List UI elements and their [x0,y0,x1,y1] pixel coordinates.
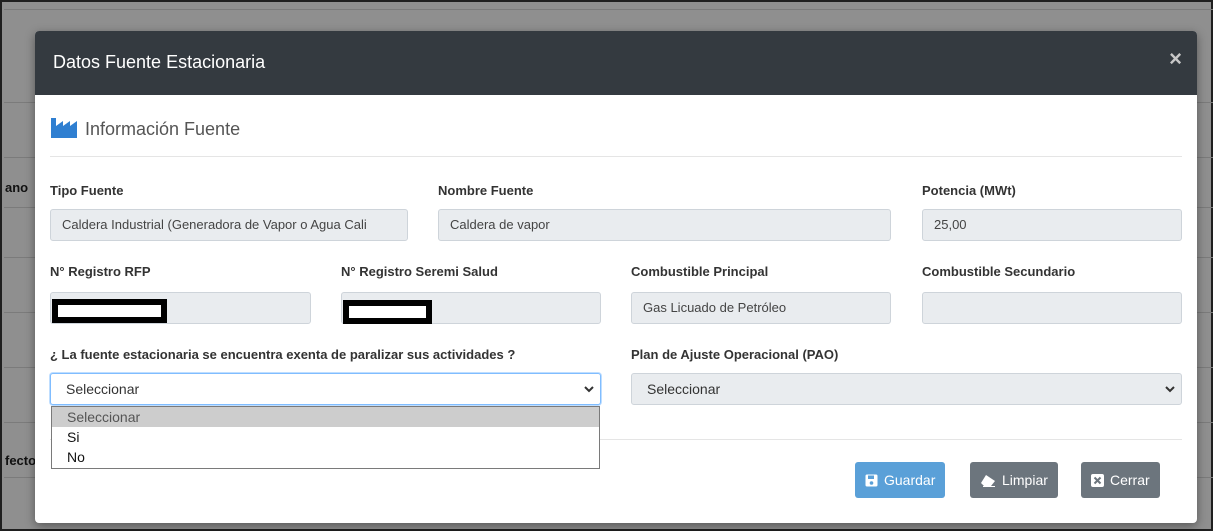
close-square-icon [1091,473,1104,487]
limpiar-label: Limpiar [1002,472,1048,488]
backdrop-line [4,9,1213,10]
exenta-selected-value: Seleccionar [66,381,140,397]
save-icon [865,474,878,486]
modal-header: Datos Fuente Estacionaria × [35,31,1197,95]
dropdown-option[interactable]: No [52,447,599,467]
combustible-principal-label: Combustible Principal [631,264,769,279]
exenta-select[interactable]: Seleccionar [50,373,601,405]
dropdown-option[interactable]: Si [52,427,599,447]
limpiar-button[interactable]: Limpiar [970,462,1058,498]
guardar-button[interactable]: Guardar [855,462,946,498]
exenta-dropdown-list[interactable]: Seleccionar Si No [51,406,600,469]
combustible-principal-field[interactable]: Gas Licuado de Petróleo [631,292,891,324]
close-icon[interactable]: × [1169,48,1182,70]
registro-seremi-label: N° Registro Seremi Salud [341,264,498,279]
pao-selected-value: Seleccionar [647,381,721,397]
divider [50,156,1182,157]
redaction-box [343,300,432,324]
dropdown-option[interactable]: Seleccionar [52,407,599,427]
nombre-fuente-field[interactable]: Caldera de vapor [438,209,891,241]
cerrar-label: Cerrar [1110,472,1150,488]
modal-title: Datos Fuente Estacionaria [53,52,266,72]
section-title: Información Fuente [85,119,241,139]
registro-rfp-label: N° Registro RFP [50,264,151,279]
combustible-secundario-field[interactable] [922,292,1182,324]
potencia-label: Potencia (MWt) [922,183,1016,198]
nombre-fuente-label: Nombre Fuente [438,183,534,198]
backdrop-text: ano [5,180,29,195]
pao-label: Plan de Ajuste Operacional (PAO) [631,347,839,362]
exenta-label: ¿ La fuente estacionaria se encuentra ex… [50,347,516,362]
pao-select[interactable]: Seleccionar [631,373,1182,405]
potencia-field[interactable]: 25,00 [922,209,1182,241]
chevron-down-icon [584,386,594,393]
eraser-icon [981,474,995,487]
combustible-secundario-label: Combustible Secundario [922,264,1076,279]
cerrar-button[interactable]: Cerrar [1081,462,1160,498]
tipo-fuente-label: Tipo Fuente [50,183,124,198]
tipo-fuente-field[interactable]: Caldera Industrial (Generadora de Vapor … [50,209,408,241]
redaction-box [52,299,167,323]
factory-icon [51,118,77,138]
backdrop-text: fecto [5,453,37,468]
chevron-down-icon [1165,386,1175,393]
guardar-label: Guardar [884,472,936,488]
